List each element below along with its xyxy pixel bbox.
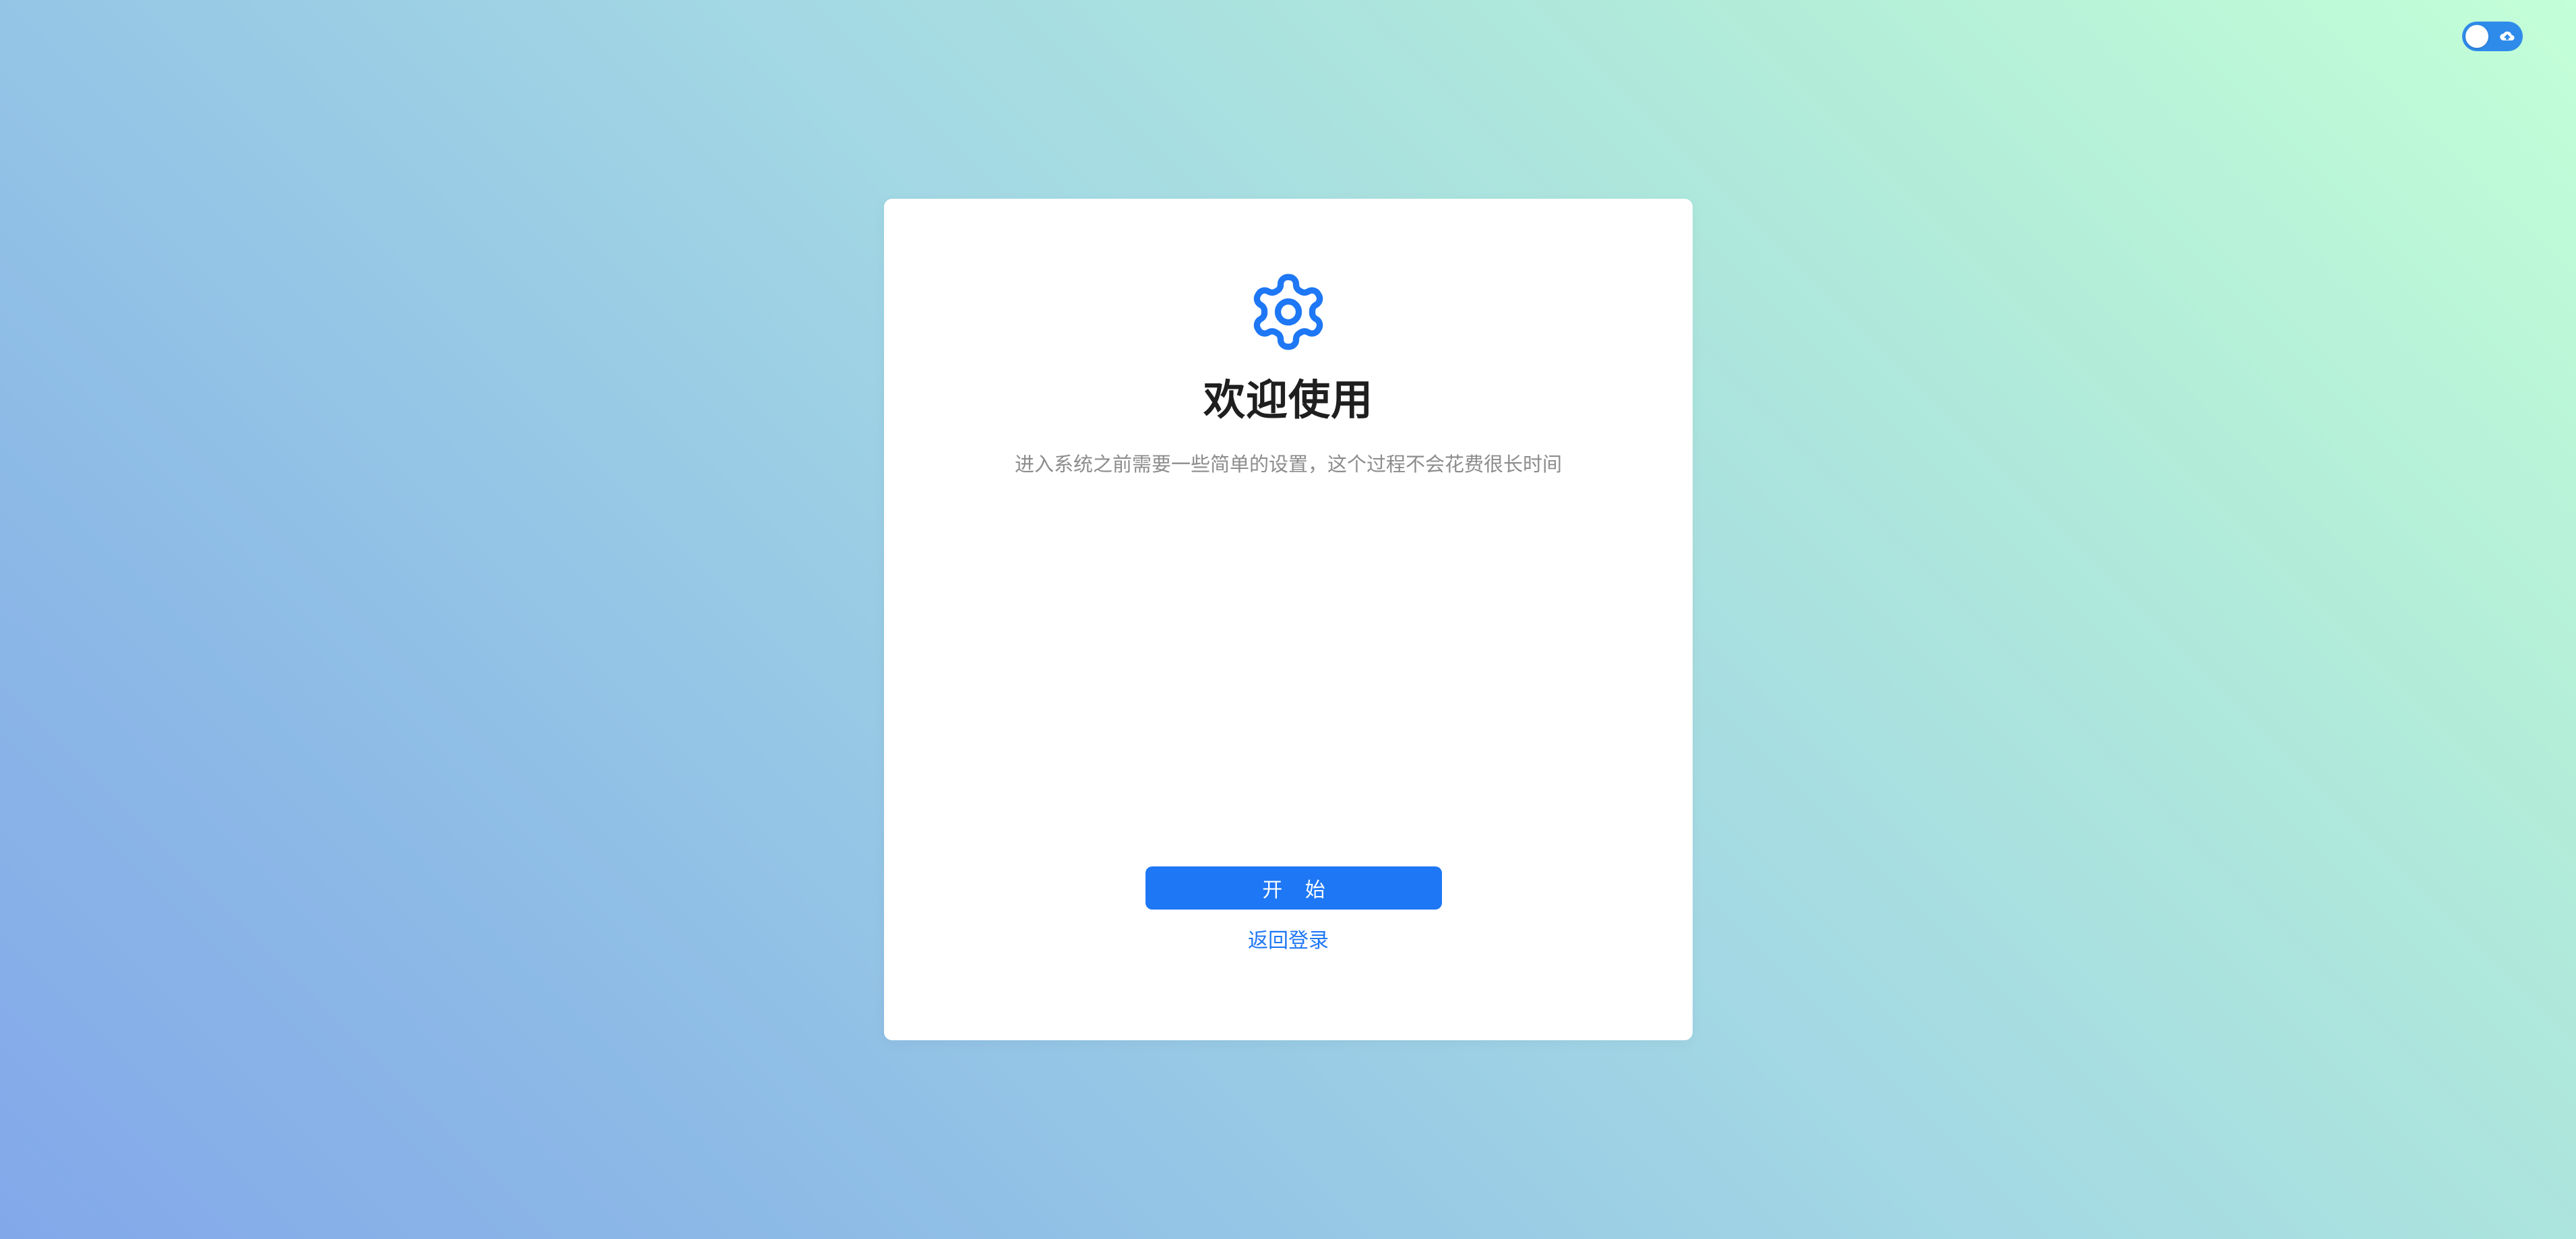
page-title: 欢迎使用 — [1203, 375, 1373, 424]
gear-icon — [1253, 274, 1323, 350]
start-button[interactable]: 开 始 — [1145, 866, 1442, 910]
setup-card: 欢迎使用 进入系统之前需要一些简单的设置，这个过程不会花费很长时间 开 始 返回… — [884, 199, 1693, 1040]
back-to-login-link[interactable]: 返回登录 — [884, 926, 1693, 956]
toggle-knob — [2465, 25, 2488, 48]
cloud-icon — [2500, 31, 2515, 40]
page-subtitle: 进入系统之前需要一些简单的设置，这个过程不会花费很长时间 — [1014, 453, 1562, 476]
theme-toggle[interactable] — [2462, 22, 2523, 51]
